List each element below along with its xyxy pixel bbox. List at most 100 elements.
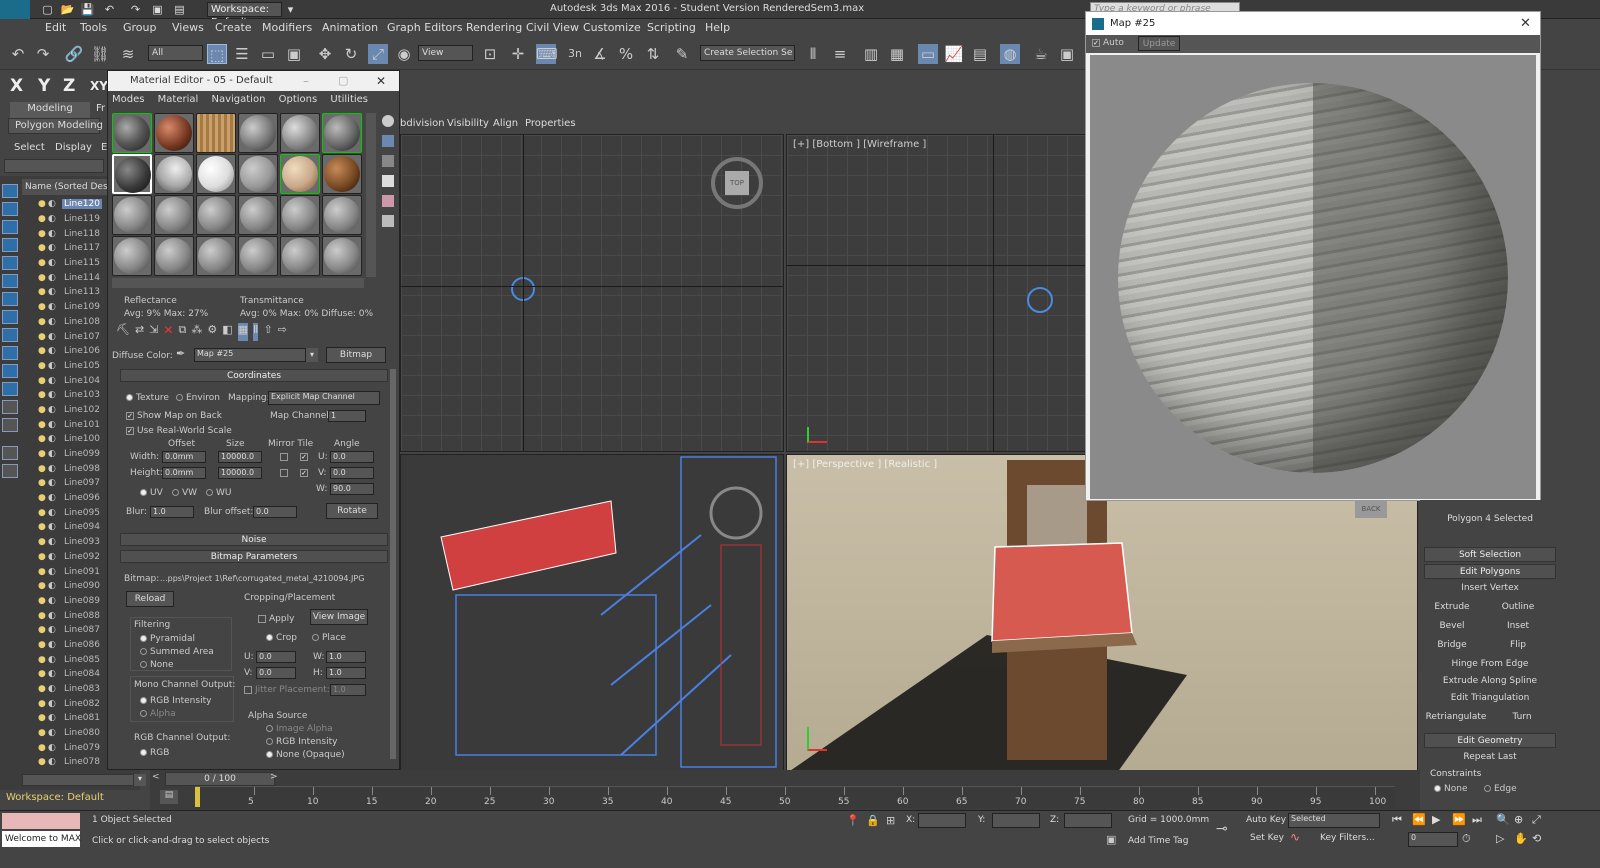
z-coord-field[interactable]	[1064, 813, 1112, 828]
radio-pyramidal[interactable]: Pyramidal	[140, 634, 195, 644]
lightbulb-icon[interactable]: ●	[38, 287, 48, 297]
go-parent-icon[interactable]: ⇧	[263, 323, 272, 341]
make-preview-icon[interactable]	[382, 215, 394, 227]
checkbox-show-map-on-back[interactable]: ✓ Show Map on Back	[126, 411, 222, 421]
undo-icon[interactable]: ↶	[8, 44, 28, 64]
close-icon[interactable]: ✕	[376, 74, 386, 88]
next-frame-icon[interactable]: ⏩	[1452, 813, 1466, 826]
crop-w-field[interactable]: 1.0	[326, 651, 366, 663]
material-slot[interactable]	[238, 236, 278, 276]
material-id-icon[interactable]: ◧	[222, 323, 232, 341]
lightbulb-icon[interactable]: ●	[38, 243, 48, 253]
material-slot[interactable]	[322, 154, 362, 194]
lightbulb-icon[interactable]: ●	[38, 317, 48, 327]
scale-icon[interactable]: ⤢	[368, 44, 388, 64]
rendered-frame-icon[interactable]: ▣	[1057, 44, 1077, 64]
lightbulb-icon[interactable]: ●	[38, 214, 48, 224]
percent-snap-icon[interactable]: %	[616, 44, 636, 64]
filter-icon[interactable]	[2, 446, 18, 460]
new-icon[interactable]: ▢	[40, 2, 55, 17]
material-editor-icon[interactable]: ◍	[1000, 44, 1020, 64]
material-slot[interactable]	[322, 195, 362, 235]
lock-icon[interactable]: 🔒	[866, 814, 880, 827]
lightbulb-icon[interactable]: ●	[38, 390, 48, 400]
lightbulb-icon[interactable]: ●	[38, 713, 48, 723]
freeze-icon[interactable]: ◐	[48, 317, 59, 327]
update-button[interactable]: Update	[1138, 36, 1180, 51]
material-slot[interactable]	[196, 154, 236, 194]
freeze-icon[interactable]: ◐	[48, 273, 59, 283]
freeze-icon[interactable]: ◐	[48, 743, 59, 753]
axis-y-button[interactable]: Y	[38, 76, 50, 96]
zoom-all-icon[interactable]: ⊕	[1514, 813, 1523, 826]
freeze-icon[interactable]: ◐	[48, 757, 59, 767]
eyedropper-icon[interactable]: ✒	[176, 347, 185, 360]
lightbulb-icon[interactable]: ●	[38, 640, 48, 650]
set-key-button[interactable]: Set Key	[1250, 833, 1284, 843]
freeze-icon[interactable]: ◐	[48, 699, 59, 709]
lightbulb-icon[interactable]: ●	[38, 684, 48, 694]
material-slot[interactable]	[280, 113, 320, 153]
lightbulb-icon[interactable]: ●	[38, 669, 48, 679]
extrude-button[interactable]: Extrude	[1424, 600, 1480, 615]
turn-button[interactable]: Turn	[1496, 710, 1548, 725]
lightbulb-icon[interactable]: ●	[38, 199, 48, 209]
radio-none[interactable]: None	[140, 660, 173, 670]
display-shapes-icon[interactable]	[2, 220, 18, 234]
workspace-chevron-icon[interactable]: ▾	[283, 2, 298, 17]
freeze-icon[interactable]: ◐	[48, 493, 59, 503]
rollout-coordinates[interactable]: Coordinates	[120, 369, 388, 382]
assign-material-icon[interactable]: ⇲	[149, 323, 158, 341]
material-slot[interactable]	[322, 236, 362, 276]
display-hidden-icon[interactable]	[2, 400, 18, 414]
rollout-soft-selection[interactable]: Soft Selection	[1424, 547, 1556, 562]
map-channel-field[interactable]: 1	[328, 410, 366, 422]
freeze-icon[interactable]: ◐	[48, 390, 59, 400]
prev-frame-icon[interactable]: ⏪	[1412, 813, 1426, 826]
open-icon[interactable]: 📂	[60, 2, 75, 17]
material-slot[interactable]	[112, 195, 152, 235]
menu-rendering[interactable]: Rendering	[466, 21, 522, 34]
lightbulb-icon[interactable]: ●	[38, 302, 48, 312]
time-slider[interactable]: 0 / 100	[165, 772, 275, 786]
lightbulb-icon[interactable]: ●	[38, 757, 48, 767]
radio-vw[interactable]: VW	[172, 488, 197, 498]
crop-v-field[interactable]: 0.0	[256, 667, 296, 679]
get-material-icon[interactable]: ⛏	[116, 323, 130, 341]
rollout-edit-geometry[interactable]: Edit Geometry	[1424, 733, 1556, 748]
put-library-icon[interactable]: ⚙	[207, 323, 217, 341]
link-icon[interactable]: 🔗	[64, 44, 84, 64]
width-offset-field[interactable]: 0.0mm	[162, 451, 206, 463]
freeze-icon[interactable]: ◐	[48, 302, 59, 312]
rollout-bitmap-parameters[interactable]: Bitmap Parameters	[120, 550, 388, 563]
lightbulb-icon[interactable]: ●	[38, 273, 48, 283]
project-icon[interactable]: ▣	[150, 2, 165, 17]
background-icon[interactable]	[382, 155, 394, 167]
go-to-end-icon[interactable]: ⏭	[1472, 813, 1482, 827]
time-slider-next-icon[interactable]: >	[270, 772, 278, 782]
display-all-icon[interactable]	[2, 418, 18, 432]
radio-texture[interactable]: Texture	[126, 393, 169, 403]
play-icon[interactable]: ▶	[1432, 813, 1440, 826]
bevel-button[interactable]: Bevel	[1424, 619, 1480, 634]
ribbon-tab-modeling[interactable]: Modeling	[10, 102, 90, 118]
make-unique-icon[interactable]: ⁂	[191, 323, 202, 341]
lightbulb-icon[interactable]: ●	[38, 361, 48, 371]
freeze-icon[interactable]: ◐	[48, 229, 59, 239]
display-groups-icon[interactable]	[2, 310, 18, 324]
material-slot[interactable]	[238, 195, 278, 235]
auto-checkbox[interactable]: ✓ Auto	[1092, 38, 1124, 48]
material-slot[interactable]	[280, 195, 320, 235]
freeze-icon[interactable]: ◐	[48, 434, 59, 444]
explorer-hscroll[interactable]	[22, 774, 134, 786]
tile-v-checkbox[interactable]: ✓	[300, 469, 308, 477]
welcome-field[interactable]: Welcome to MAX	[2, 831, 81, 847]
explorer-tab-select[interactable]: Select	[8, 141, 51, 157]
lightbulb-icon[interactable]: ●	[38, 434, 48, 444]
redo-icon[interactable]: ↷	[33, 44, 53, 64]
viewport-perspective[interactable]: [+] [Perspective ] [Realistic ] BACK	[786, 454, 1418, 772]
display-cameras-icon[interactable]	[2, 256, 18, 270]
workspace-dropdown[interactable]: Workspace: Default	[207, 2, 282, 28]
insert-vertex-button[interactable]: Insert Vertex	[1424, 581, 1556, 596]
blur-field[interactable]: 1.0	[150, 506, 194, 518]
